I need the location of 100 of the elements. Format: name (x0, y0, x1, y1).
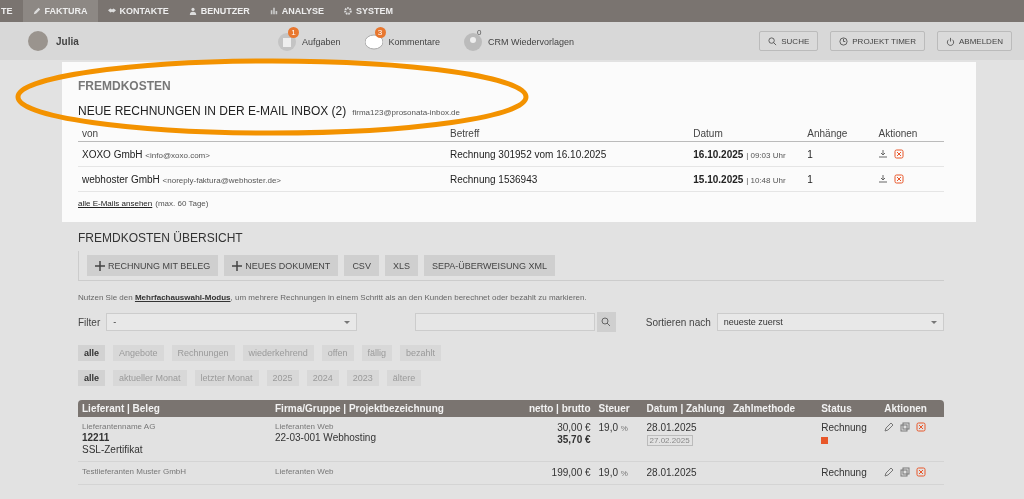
search-button[interactable]: SUCHE (759, 31, 819, 51)
search-button[interactable] (596, 312, 616, 332)
inbox-title: NEUE RECHNUNGEN IN DER E-MAIL INBOX (2) (78, 104, 347, 118)
column-header: Aktionen (874, 126, 944, 142)
action-button[interactable]: RECHNUNG MIT BELEG (87, 255, 219, 276)
search-field[interactable] (414, 313, 595, 331)
tax-unit: % (620, 469, 628, 478)
plus-icon (232, 260, 243, 271)
net-amount: 199,00 € (550, 467, 591, 478)
column-header: Anhänge (803, 126, 875, 142)
column-header: Betreff (446, 126, 690, 142)
delete-icon[interactable] (916, 467, 927, 477)
tax-rate: 19,0 (598, 467, 618, 478)
handshake-icon (107, 7, 116, 15)
filter-chip[interactable]: alle (78, 370, 105, 386)
link-note: (max. 60 Tage) (155, 199, 209, 208)
copy-icon[interactable] (900, 422, 911, 432)
power-icon (946, 36, 955, 46)
net-amount: 30,00 € (556, 422, 591, 433)
toolbar-button[interactable]: PROJEKT TIMER (830, 31, 925, 51)
hint-text: Nutzen Sie den Mehrfachauswahl-Modus, um mehrere Rechnungen in einem Schritt als an den Kunden berechnet oder bezahlt zu markieren. (78, 293, 588, 302)
time-text: | 10:48 Uhr (746, 175, 786, 185)
document-description: SSL-Zertifikat (82, 444, 144, 455)
nav-tab[interactable]: BENUTZER (178, 0, 260, 22)
sender-email: <info@xoxo.com> (145, 150, 210, 160)
attachment-count: 1 (803, 166, 875, 192)
column-header: Datum (689, 126, 804, 142)
plus-icon (95, 260, 105, 271)
filter-chip[interactable]: Rechnungen (171, 345, 235, 361)
status-text: Rechnung (821, 467, 868, 478)
sender-name: XOXO GmbH (82, 148, 143, 160)
download-icon[interactable] (878, 174, 889, 184)
toolbar-button[interactable]: ABMELDEN (937, 31, 1012, 51)
subject-cell: Rechnung 1536943 (446, 166, 690, 192)
nav-tab[interactable]: SYSTEM (334, 0, 404, 22)
action-button[interactable]: CSV (344, 255, 379, 276)
nav-tab[interactable]: FAKTURA (22, 0, 98, 22)
tax-unit: % (620, 424, 628, 433)
edit-icon[interactable] (884, 422, 895, 432)
section-title: FREMDKOSTEN ÜBERSICHT (78, 231, 244, 245)
search-icon (601, 317, 612, 327)
nav-tab[interactable]: KONTAKTE (97, 0, 179, 22)
nav-tab[interactable]: TE (0, 0, 23, 22)
tax-rate: 19,0 (598, 422, 618, 433)
status-text: Rechnung (821, 422, 868, 433)
clipboard-icon (278, 33, 296, 51)
bar-chart-icon (269, 7, 278, 15)
filter-chip[interactable]: 2025 (266, 370, 299, 386)
filter-chip[interactable]: aktueller Monat (113, 370, 187, 386)
sender-name: webhoster GmbH (82, 173, 160, 185)
column-header: Steuer (594, 400, 643, 417)
count-badge: 1 (288, 27, 299, 38)
payment-date: 27.02.2025 (646, 435, 693, 446)
edit-icon[interactable] (884, 467, 895, 477)
copy-icon[interactable] (900, 467, 911, 477)
subject-cell: Rechnung 301952 vom 16.10.2025 (446, 141, 690, 167)
delete-icon[interactable] (894, 174, 905, 184)
attachment-count: 1 (803, 141, 875, 167)
group-name: Lieferanten Web (275, 422, 335, 431)
filter-chip[interactable]: letzter Monat (194, 370, 259, 386)
project-name: 22-03-001 Webhosting (275, 432, 377, 443)
gross-amount: 35,70 € (556, 434, 591, 445)
search-icon (768, 36, 778, 46)
avatar (28, 31, 48, 51)
multi-select-link[interactable]: Mehrfachauswahl-Modus (134, 293, 231, 302)
action-button[interactable]: SEPA-ÜBERWEISUNG XML (423, 255, 556, 276)
invoice-date: 28.01.2025 (646, 422, 698, 433)
filter-chip[interactable]: alle (78, 345, 105, 361)
column-header: netto | brutto (507, 400, 595, 417)
inbox-address: firma123@prosonata-inbox.de (352, 108, 460, 117)
supplier-name: Lieferantenname AG (82, 422, 157, 431)
column-header: Aktionen (880, 400, 944, 417)
user-name: Julia (56, 35, 79, 47)
all-emails-link[interactable]: alle E-Mails ansehen (78, 199, 153, 208)
group-name: Lieferanten Web (275, 467, 335, 476)
date-text: 15.10.2025 (693, 173, 744, 185)
delete-icon[interactable] (916, 422, 927, 432)
sort-label: Sortieren nach (645, 316, 711, 328)
dropdown[interactable]: - (106, 313, 357, 331)
column-header: von (78, 126, 446, 142)
column-header: Datum | Zahlung (642, 400, 729, 417)
pencil-icon (32, 7, 41, 15)
supplier-name: Testlieferanten Muster GmbH (82, 467, 188, 476)
action-button[interactable]: XLS (384, 255, 418, 276)
download-icon[interactable] (878, 149, 889, 159)
time-text: | 09:03 Uhr (746, 150, 786, 160)
column-header: Lieferant | Beleg (78, 400, 271, 417)
filter-chip[interactable]: bezahlt (400, 345, 442, 361)
delete-icon[interactable] (894, 149, 905, 159)
action-button[interactable]: NEUES DOKUMENT (224, 255, 339, 276)
clock-icon (839, 36, 849, 46)
column-header: Firma/Gruppe | Projektbezeichnung (271, 400, 507, 417)
settings-icon (344, 7, 353, 15)
document-number: 12211 (82, 432, 111, 443)
column-header: Status (817, 400, 881, 417)
speech-bubble-icon (364, 33, 383, 51)
nav-tab[interactable]: ANALYSE (259, 0, 335, 22)
sender-email: <noreply-faktura@webhoster.de> (162, 175, 281, 185)
dropdown[interactable]: neueste zuerst (716, 313, 944, 331)
filter-label: Filter (78, 316, 101, 328)
